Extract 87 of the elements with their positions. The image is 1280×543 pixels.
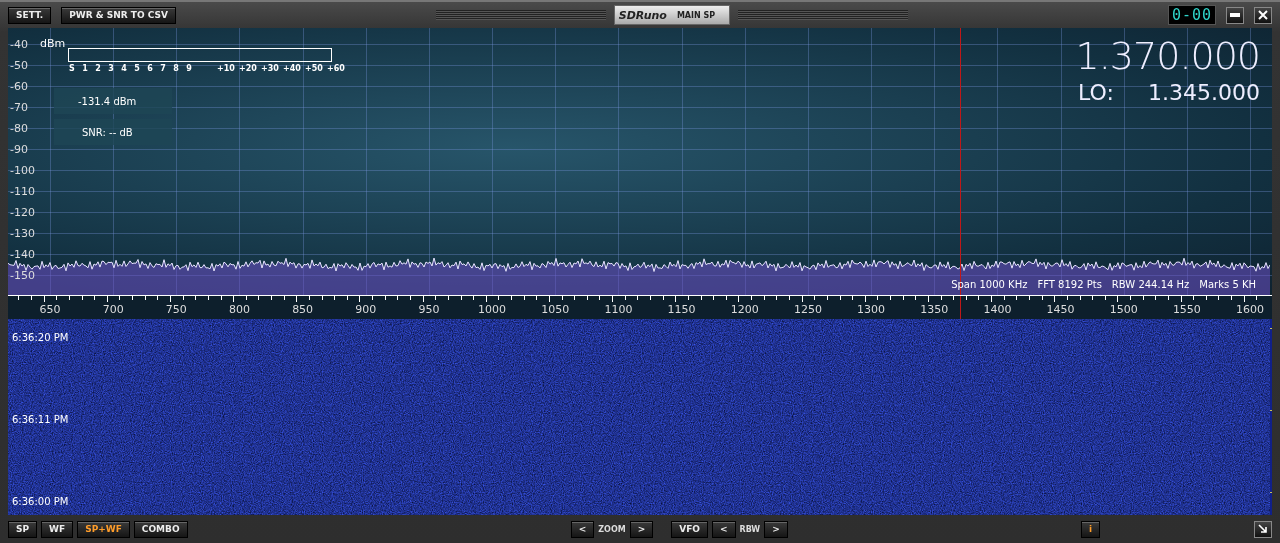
y-axis-label: -100	[10, 163, 35, 177]
x-axis-label: 650	[39, 303, 61, 316]
s-meter-scale-label: S	[69, 64, 75, 73]
view-mode-button[interactable]: WF	[41, 520, 74, 538]
x-axis-label: 1400	[983, 303, 1012, 316]
x-axis-label: 850	[292, 303, 314, 316]
x-axis-label: 950	[418, 303, 440, 316]
waterfall-timestamp: 6:36:00 PM	[11, 495, 70, 507]
s-meter-scale-label: +20	[239, 64, 257, 73]
close-button[interactable]	[1254, 6, 1272, 24]
x-axis-label: 800	[228, 303, 250, 316]
panel-name: MAIN SP	[676, 10, 716, 20]
rbw-decrease-button[interactable]: <	[712, 520, 736, 538]
y-axis-label: -40	[10, 37, 28, 51]
drag-grip[interactable]	[738, 10, 909, 20]
x-axis-label: 1100	[604, 303, 633, 316]
y-axis-label: -110	[10, 184, 35, 198]
view-mode-button[interactable]: COMBO	[133, 520, 188, 538]
waterfall-timestamp: 6:36:11 PM	[11, 413, 70, 425]
s-meter-scale-label: 1	[82, 64, 88, 73]
s-meter-scale-label: +40	[283, 64, 301, 73]
y-axis-label: -70	[10, 100, 28, 114]
s-meter-scale-label: 3	[108, 64, 114, 73]
lo-frequency: 1.345.000	[1148, 80, 1260, 105]
s-meter-scale-label: +30	[261, 64, 279, 73]
y-axis-label: -140	[10, 247, 35, 261]
rbw-label: RBW	[739, 524, 761, 534]
x-axis-label: 1200	[730, 303, 759, 316]
view-mode-button[interactable]: SP+WF	[77, 520, 130, 538]
s-meter-scale-label: 7	[160, 64, 166, 73]
s-meter-scale-label: +50	[305, 64, 323, 73]
minimize-button[interactable]	[1226, 6, 1244, 24]
zoom-in-button[interactable]: >	[629, 520, 654, 538]
resize-button[interactable]	[1254, 520, 1272, 538]
s-meter-scale-label: 2	[95, 64, 101, 73]
close-icon	[1258, 10, 1268, 20]
s-meter-scale-label: +60	[327, 64, 345, 73]
s-meter-scale-label: 4	[121, 64, 127, 73]
clock-display: 0-00	[1167, 5, 1216, 25]
waterfall-timestamp: 6:36:20 PM	[11, 331, 70, 343]
x-axis-label: 1150	[667, 303, 696, 316]
s-meter-scale-label: 8	[173, 64, 179, 73]
x-axis-label: 1450	[1046, 303, 1075, 316]
x-axis-label: 1050	[541, 303, 570, 316]
y-axis-label: -80	[10, 121, 28, 135]
x-axis-label: 1250	[793, 303, 822, 316]
x-axis-label: 900	[355, 303, 377, 316]
snr-readout: SNR: -- dB	[54, 119, 172, 145]
x-axis-label: 1300	[857, 303, 886, 316]
export-csv-button[interactable]: PWR & SNR TO CSV	[61, 6, 176, 24]
y-unit-label: dBm	[40, 37, 66, 50]
vfo-button[interactable]: VFO	[671, 520, 708, 538]
s-meter-scale-label: 9	[186, 64, 192, 73]
x-axis-label: 1000	[478, 303, 507, 316]
x-axis-label: 1550	[1172, 303, 1201, 316]
x-axis-label: 1600	[1236, 303, 1265, 316]
rbw-increase-button[interactable]: >	[764, 520, 788, 538]
spectrum-info-text: FFT 8192 Pts	[1037, 279, 1102, 290]
diagonal-arrow-icon	[1258, 524, 1268, 534]
drag-grip[interactable]	[435, 10, 606, 20]
zoom-label: ZOOM	[598, 524, 626, 534]
y-axis-label: -150	[10, 268, 35, 282]
power-readout: -131.4 dBm	[54, 88, 172, 114]
settings-button[interactable]: SETT.	[8, 6, 52, 24]
lo-label: LO:	[1078, 80, 1114, 105]
x-axis-label: 1350	[920, 303, 949, 316]
y-axis-label: -60	[10, 79, 28, 93]
minimize-icon	[1230, 13, 1240, 17]
y-axis-label: -50	[10, 58, 28, 72]
app-name: SDRuno	[618, 8, 667, 22]
info-button[interactable]: i	[1080, 520, 1100, 538]
x-axis-label: 750	[165, 303, 187, 316]
x-axis-label: 1500	[1109, 303, 1138, 316]
frequency-marker[interactable]	[959, 28, 961, 295]
spectrum-info-text: RBW 244.14 Hz	[1111, 279, 1190, 290]
frequency-display: 1.370.000	[1075, 34, 1260, 78]
s-meter-scale-label: +10	[217, 64, 235, 73]
zoom-out-button[interactable]: <	[570, 520, 595, 538]
s-meter-scale-label: 5	[134, 64, 140, 73]
x-axis-label: 700	[102, 303, 124, 316]
frequency-marker[interactable]	[959, 296, 961, 319]
spectrum-info-text: Marks 5 KH	[1199, 279, 1256, 290]
y-axis-label: -130	[10, 226, 35, 240]
s-meter-scale-label: 6	[147, 64, 153, 73]
view-mode-button[interactable]: SP	[8, 520, 38, 538]
y-axis-label: -90	[10, 142, 28, 156]
y-axis-label: -120	[10, 205, 35, 219]
